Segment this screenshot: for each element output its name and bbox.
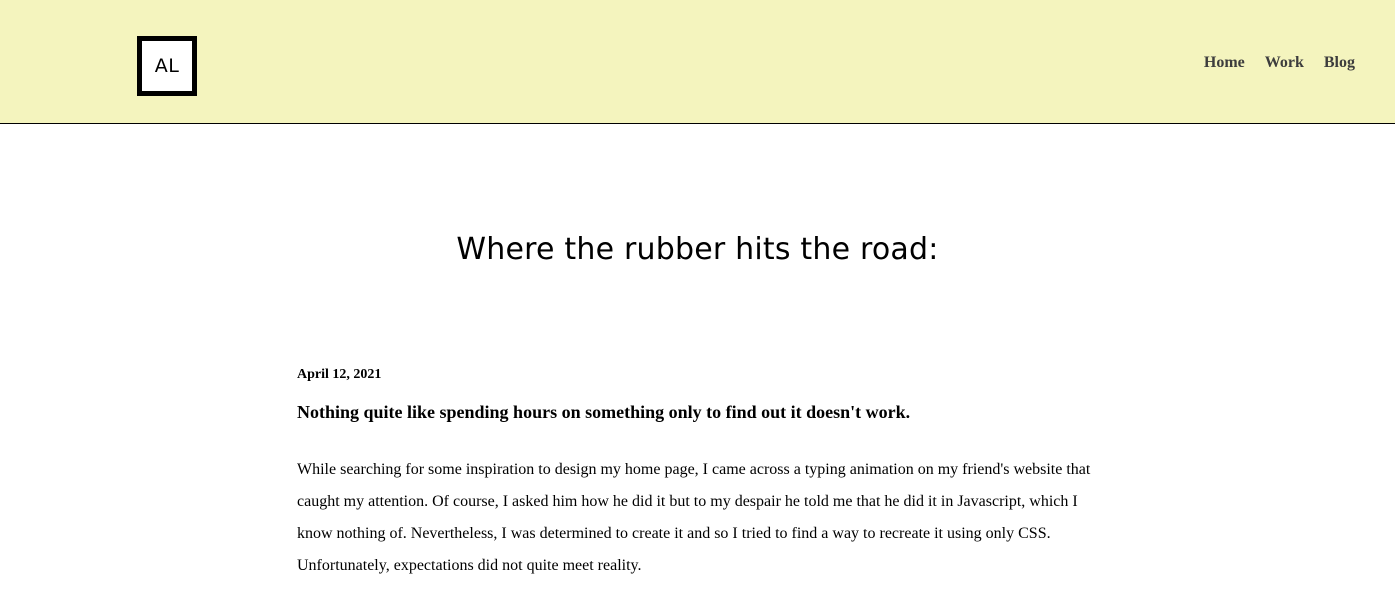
logo[interactable]: AL <box>137 36 197 96</box>
logo-text: AL <box>154 55 180 77</box>
post-date: April 12, 2021 <box>297 367 382 382</box>
nav-link-blog[interactable]: Blog <box>1324 54 1355 72</box>
site-header: AL Home Work Blog <box>0 0 1395 124</box>
nav-link-work[interactable]: Work <box>1265 54 1304 72</box>
blog-post: April 12, 2021 Nothing quite like spendi… <box>297 366 1097 582</box>
nav-link-home[interactable]: Home <box>1204 54 1245 72</box>
post-title: Nothing quite like spending hours on som… <box>297 402 911 422</box>
main-nav: Home Work Blog <box>1204 54 1355 72</box>
post-body: While searching for some inspiration to … <box>297 461 1091 574</box>
page-title: Where the rubber hits the road: <box>456 232 939 267</box>
